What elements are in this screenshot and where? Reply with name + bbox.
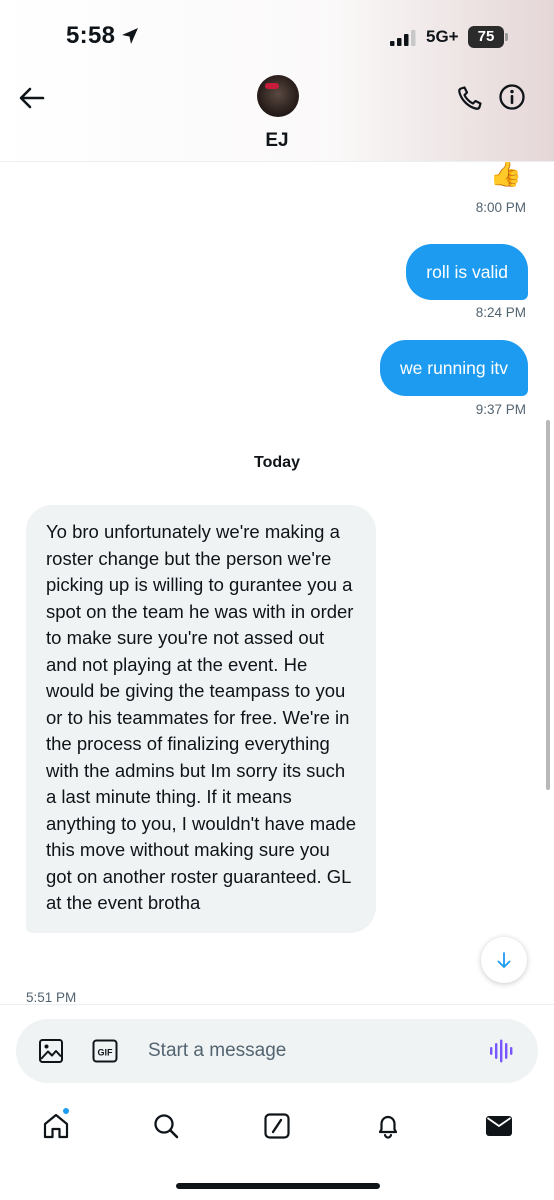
tab-search[interactable] xyxy=(151,1111,181,1141)
incoming-message[interactable]: Yo bro unfortunately we're making a rost… xyxy=(26,505,376,933)
message-input[interactable] xyxy=(148,1031,468,1071)
dm-conversation-screen: EJ 5:58 5G+ 75 👍 8:00 PM roll is valid 8… xyxy=(0,0,554,1200)
contact-avatar[interactable] xyxy=(257,75,299,117)
message-list[interactable]: 👍 8:00 PM roll is valid 8:24 PM we runni… xyxy=(0,162,554,1004)
grok-icon xyxy=(264,1113,290,1139)
contact-name[interactable]: EJ xyxy=(0,130,554,152)
battery-level: 75 xyxy=(468,26,504,48)
home-indicator xyxy=(176,1183,380,1189)
tab-home[interactable] xyxy=(41,1107,71,1141)
outgoing-message[interactable]: we running itv xyxy=(380,340,528,396)
tab-notifications[interactable] xyxy=(373,1111,403,1141)
status-time: 5:58 xyxy=(66,22,116,49)
notification-dot xyxy=(62,1107,70,1115)
status-bar: 5:58 5G+ 75 xyxy=(0,0,554,70)
location-arrow-icon xyxy=(122,28,138,44)
home-icon xyxy=(43,1113,69,1139)
voice-message-icon[interactable] xyxy=(488,1039,516,1063)
tab-messages[interactable] xyxy=(484,1111,514,1141)
message-timestamp: 5:51 PM xyxy=(26,990,77,1004)
battery-icon: 75 xyxy=(468,26,508,48)
day-divider: Today xyxy=(254,454,300,471)
bottom-tab-bar xyxy=(0,1099,554,1200)
envelope-icon xyxy=(486,1116,512,1136)
info-icon[interactable] xyxy=(498,83,526,111)
gif-icon[interactable]: GIF xyxy=(92,1039,118,1063)
composer-area: GIF xyxy=(0,1004,554,1099)
search-icon xyxy=(154,1114,179,1139)
cellular-signal-icon xyxy=(390,30,416,46)
thumbs-up-reaction[interactable]: 👍 xyxy=(490,162,522,189)
battery-cap xyxy=(505,33,508,41)
phone-icon[interactable] xyxy=(456,84,484,112)
network-type: 5G+ xyxy=(426,27,459,46)
message-timestamp: 8:00 PM xyxy=(475,200,526,215)
bell-icon xyxy=(378,1115,398,1139)
tab-grok[interactable] xyxy=(262,1111,292,1141)
back-button[interactable] xyxy=(18,84,46,112)
arrow-down-icon xyxy=(497,952,511,968)
message-composer: GIF xyxy=(16,1019,538,1083)
scroll-to-bottom-button[interactable] xyxy=(481,937,527,983)
message-timestamp: 8:24 PM xyxy=(475,305,526,320)
avatar-headphones xyxy=(265,83,279,89)
outgoing-message[interactable]: roll is valid xyxy=(406,244,528,300)
image-icon[interactable] xyxy=(38,1038,64,1064)
svg-text:GIF: GIF xyxy=(98,1048,114,1058)
message-timestamp: 9:37 PM xyxy=(475,402,526,417)
scrollbar[interactable] xyxy=(546,420,550,790)
